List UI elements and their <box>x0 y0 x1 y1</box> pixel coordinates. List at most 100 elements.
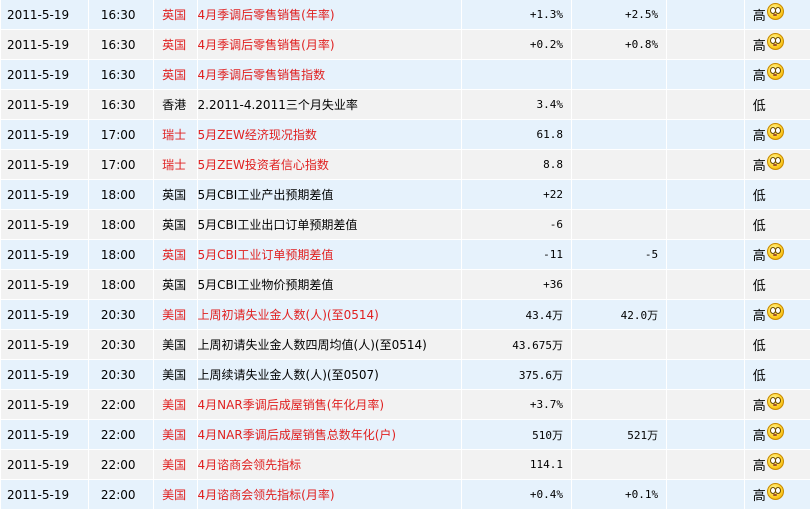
importance-label: 低 <box>752 279 766 294</box>
importance-indicator: 高 <box>752 3 784 24</box>
surprised-face-icon <box>766 393 784 410</box>
importance-indicator: 低 <box>753 275 766 294</box>
event-date: 2011-5-19 <box>0 179 89 210</box>
surprised-face-icon <box>766 123 784 140</box>
event-actual-value <box>666 239 745 270</box>
importance-indicator: 高 <box>753 453 784 474</box>
event-name: 4月谘商会领先指标(月率) <box>196 479 463 510</box>
importance-cell: 高 <box>743 149 811 180</box>
event-actual-value <box>666 359 745 390</box>
event-actual-value <box>666 479 745 510</box>
importance-label: 高 <box>752 489 766 504</box>
event-time: 17:00 <box>87 119 155 150</box>
importance-cell: 高 <box>743 419 811 450</box>
event-forecast-value <box>570 329 668 360</box>
event-date: 2011-5-19 <box>0 59 89 90</box>
event-previous-value: +0.2% <box>461 29 572 60</box>
event-country: 美国 <box>153 329 198 360</box>
event-time: 17:00 <box>87 149 155 180</box>
event-country: 美国 <box>153 389 198 420</box>
importance-label: 高 <box>752 429 766 444</box>
calendar-body: 2011-5-19 16:30 英国 4月季调后零售销售(年率) +1.3% +2.5% 高… <box>0 0 811 510</box>
table-row: 2011-5-19 17:00 瑞士 5月ZEW经济现况指数 61.8 高 <box>0 119 811 150</box>
event-forecast-value <box>570 209 668 240</box>
importance-label: 高 <box>752 129 766 144</box>
importance-label: 高 <box>752 9 766 24</box>
importance-cell: 高 <box>743 239 811 270</box>
surprised-face-icon <box>766 153 784 170</box>
event-country: 瑞士 <box>153 119 198 150</box>
importance-indicator: 高 <box>752 123 784 144</box>
event-previous-value: +0.4% <box>461 479 572 510</box>
surprised-face-icon <box>766 453 784 470</box>
importance-label: 低 <box>752 99 766 114</box>
event-forecast-value: +2.5% <box>570 0 668 30</box>
event-forecast-value: 521万 <box>570 419 668 450</box>
table-row: 2011-5-19 16:30 英国 4月季调后零售销售指数 高 <box>0 59 811 90</box>
event-date: 2011-5-19 <box>0 359 89 390</box>
event-time: 16:30 <box>87 0 155 30</box>
importance-indicator: 低 <box>753 335 766 354</box>
surprised-face-icon <box>766 423 784 440</box>
importance-indicator: 高 <box>752 483 784 504</box>
event-previous-value: +1.3% <box>461 0 572 30</box>
event-forecast-value: +0.8% <box>570 29 668 60</box>
event-actual-value <box>666 179 745 210</box>
event-date: 2011-5-19 <box>0 209 89 240</box>
surprised-face-icon <box>766 303 784 320</box>
importance-label: 高 <box>752 309 766 324</box>
event-name: 5月ZEW经济现况指数 <box>196 119 463 150</box>
event-country: 美国 <box>153 299 198 330</box>
importance-cell: 低 <box>743 89 811 120</box>
importance-label: 高 <box>752 399 766 414</box>
event-date: 2011-5-19 <box>0 239 89 270</box>
table-row: 2011-5-19 16:30 香港 2.2011-4.2011三个月失业率 3.4% 低 <box>0 89 811 120</box>
event-previous-value: 114.1 <box>461 449 572 480</box>
event-forecast-value <box>570 89 668 120</box>
event-time: 16:30 <box>87 89 155 120</box>
event-previous-value: 43.4万 <box>461 299 572 330</box>
event-time: 22:00 <box>87 389 155 420</box>
event-actual-value <box>666 0 745 30</box>
event-date: 2011-5-19 <box>0 0 89 30</box>
event-time: 20:30 <box>87 329 155 360</box>
event-previous-value: 43.675万 <box>461 329 572 360</box>
importance-cell: 低 <box>743 179 811 210</box>
event-previous-value: +22 <box>461 179 572 210</box>
event-previous-value: 61.8 <box>461 119 572 150</box>
importance-label: 低 <box>752 219 766 234</box>
event-time: 16:30 <box>87 59 155 90</box>
event-actual-value <box>666 299 745 330</box>
table-row: 2011-5-19 22:00 美国 4月NAR季调后成屋销售总数年化(户) 510万 5… <box>0 419 811 450</box>
importance-indicator: 低 <box>753 365 766 384</box>
importance-indicator: 高 <box>752 63 784 84</box>
importance-cell: 低 <box>743 329 811 360</box>
event-name: 5月CBI工业物价预期差值 <box>196 269 463 300</box>
event-previous-value: 375.6万 <box>461 359 572 390</box>
event-forecast-value <box>570 59 668 90</box>
event-date: 2011-5-19 <box>0 119 89 150</box>
event-actual-value <box>666 329 745 360</box>
table-row: 2011-5-19 22:00 美国 4月谘商会领先指标 114.1 高 <box>0 449 811 480</box>
table-row: 2011-5-19 18:00 英国 5月CBI工业物价预期差值 +36 低 <box>0 269 811 300</box>
event-time: 18:00 <box>87 209 155 240</box>
event-name: 4月季调后零售销售(月率) <box>196 29 463 60</box>
event-forecast-value: +0.1% <box>570 479 668 510</box>
event-forecast-value <box>570 119 668 150</box>
event-date: 2011-5-19 <box>0 89 89 120</box>
importance-indicator: 高 <box>753 33 784 54</box>
event-previous-value: +3.7% <box>461 389 572 420</box>
event-forecast-value <box>570 149 668 180</box>
event-name: 4月NAR季调后成屋销售总数年化(户) <box>196 419 463 450</box>
event-actual-value <box>666 29 745 60</box>
event-name: 5月ZEW投资者信心指数 <box>196 149 463 180</box>
event-previous-value: 3.4% <box>461 89 572 120</box>
event-forecast-value <box>570 269 668 300</box>
event-previous-value: +36 <box>461 269 572 300</box>
importance-label: 高 <box>752 69 766 84</box>
event-actual-value <box>666 269 745 300</box>
event-date: 2011-5-19 <box>0 329 89 360</box>
event-previous-value: -6 <box>461 209 572 240</box>
event-date: 2011-5-19 <box>0 269 89 300</box>
event-time: 22:00 <box>87 479 155 510</box>
